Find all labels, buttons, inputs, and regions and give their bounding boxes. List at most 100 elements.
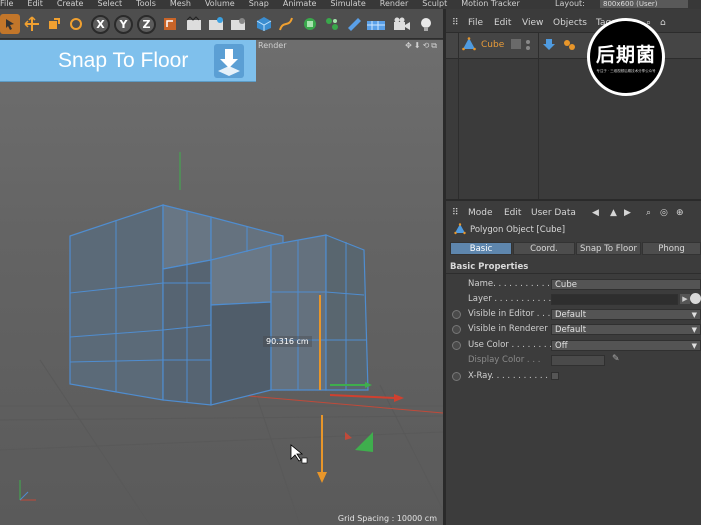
section-basic-properties: Basic Properties bbox=[450, 262, 529, 272]
visible-in-renderer-value: Default bbox=[555, 325, 587, 335]
cloner-icon[interactable] bbox=[322, 14, 342, 34]
chevron-down-icon: ▼ bbox=[691, 342, 697, 350]
chevron-down-icon: ▼ bbox=[691, 326, 697, 334]
forward-arrow-icon[interactable]: ▶ bbox=[624, 204, 631, 222]
measure-label: 90.316 cm bbox=[263, 336, 312, 347]
settings-icon[interactable]: ⊕ bbox=[676, 204, 684, 222]
coordinate-system-icon[interactable] bbox=[160, 14, 180, 34]
red-arrow-icon bbox=[394, 394, 404, 402]
menu-render[interactable]: Render bbox=[380, 0, 408, 8]
select-tool-icon[interactable] bbox=[0, 14, 20, 34]
app-window: File Edit Create Select Tools Mesh Volume Snap A… bbox=[0, 0, 701, 525]
visible-editor-animate-icon[interactable] bbox=[452, 310, 461, 319]
menu-motion-tracker[interactable]: Motion Tracker bbox=[461, 0, 520, 8]
menu-volume[interactable]: Volume bbox=[205, 0, 235, 8]
z-axis-lock-button[interactable]: Z bbox=[137, 15, 156, 34]
om-home-icon[interactable]: ⌂ bbox=[660, 14, 666, 32]
menu-select[interactable]: Select bbox=[97, 0, 122, 8]
main-toolbar: X Y Z bbox=[0, 9, 445, 39]
visible-in-editor-label: Visible in Editor . . . bbox=[468, 309, 551, 319]
name-label: Name. . . . . . . . . . . . bbox=[468, 279, 556, 289]
visible-in-editor-value: Default bbox=[555, 310, 587, 320]
render-view-icon[interactable] bbox=[184, 14, 204, 34]
pen-spline-icon[interactable] bbox=[276, 14, 296, 34]
move-tool-icon[interactable] bbox=[22, 14, 42, 34]
menu-snap[interactable]: Snap bbox=[249, 0, 269, 8]
polygon-object-icon bbox=[454, 223, 466, 235]
render-settings-icon[interactable] bbox=[228, 14, 248, 34]
camera-icon[interactable] bbox=[392, 14, 412, 34]
viewport-render-menu[interactable]: Render bbox=[258, 40, 286, 52]
use-color-animate-icon[interactable] bbox=[452, 341, 461, 350]
layer-dot-icon[interactable] bbox=[510, 38, 522, 50]
om-menu-objects[interactable]: Objects bbox=[553, 14, 587, 32]
attr-menu-edit[interactable]: Edit bbox=[504, 204, 521, 222]
object-name-cube[interactable]: Cube bbox=[481, 40, 504, 50]
viewport-nav-icons[interactable]: ✥⬇⟲⧉ bbox=[405, 40, 439, 52]
subdivision-surface-icon[interactable] bbox=[300, 14, 320, 34]
phong-tag-icon[interactable] bbox=[562, 38, 576, 52]
menu-tools[interactable]: Tools bbox=[136, 0, 156, 8]
visible-renderer-animate-icon[interactable] bbox=[452, 325, 461, 334]
viewport-header: Render ✥⬇⟲⧉ bbox=[210, 40, 443, 52]
om-column-line bbox=[538, 32, 539, 199]
attr-search-icon[interactable]: ⌕ bbox=[646, 204, 651, 222]
snap-tag-icon[interactable] bbox=[542, 38, 556, 52]
tab-snap-to-floor[interactable]: Snap To Floor bbox=[576, 242, 641, 255]
attr-menu-mode[interactable]: Mode bbox=[468, 204, 493, 222]
om-grip-icon: ⠿ bbox=[452, 18, 459, 28]
tab-coord[interactable]: Coord. bbox=[513, 242, 575, 255]
mouse-cursor-icon bbox=[290, 444, 308, 464]
deformer-icon[interactable] bbox=[344, 14, 364, 34]
layer-field[interactable] bbox=[551, 294, 678, 305]
xray-label: X-Ray. . . . . . . . . . . . bbox=[468, 371, 554, 381]
back-arrow-icon[interactable]: ◀ bbox=[592, 204, 599, 222]
tab-basic[interactable]: Basic bbox=[450, 242, 512, 255]
watermark-logo: 后期菌 专注于 · 三维视频后期技术分享公众号 bbox=[587, 18, 665, 96]
menu-edit[interactable]: Edit bbox=[27, 0, 43, 8]
scale-tool-icon[interactable] bbox=[44, 14, 64, 34]
rotate-tool-icon[interactable] bbox=[66, 14, 86, 34]
menu-sculpt[interactable]: Sculpt bbox=[422, 0, 447, 8]
light-icon[interactable] bbox=[416, 14, 436, 34]
main-menubar: File Edit Create Select Tools Mesh Volume Snap A… bbox=[0, 0, 701, 9]
x-axis-lock-button[interactable]: X bbox=[91, 15, 110, 34]
om-column-line bbox=[458, 32, 459, 199]
section-divider bbox=[446, 273, 701, 274]
visible-in-renderer-select[interactable]: Default ▼ bbox=[551, 324, 701, 335]
visible-in-editor-select[interactable]: Default ▼ bbox=[551, 309, 701, 320]
menu-animate[interactable]: Animate bbox=[283, 0, 317, 8]
name-field[interactable]: Cube bbox=[551, 279, 701, 290]
up-arrow-icon[interactable]: ▲ bbox=[610, 204, 617, 222]
om-menu-file[interactable]: File bbox=[468, 14, 483, 32]
attr-menu-user-data[interactable]: User Data bbox=[531, 204, 576, 222]
attr-object-title: Polygon Object [Cube] bbox=[470, 225, 566, 235]
y-axis-lock-button[interactable]: Y bbox=[114, 15, 133, 34]
viewport-scene bbox=[0, 152, 443, 525]
perspective-viewport[interactable]: Snap To Floor Render ✥⬇⟲⧉ 90.316 cm Grid… bbox=[0, 40, 443, 525]
lock-icon[interactable]: ◎ bbox=[660, 204, 668, 222]
menu-create[interactable]: Create bbox=[57, 0, 84, 8]
display-color-swatch[interactable] bbox=[551, 355, 605, 366]
visibility-dots-icon[interactable] bbox=[524, 39, 532, 51]
cube-object[interactable] bbox=[69, 204, 369, 406]
layout-select[interactable]: 800x600 (User) bbox=[600, 0, 688, 8]
grid-spacing-label: Grid Spacing : 10000 cm bbox=[337, 514, 437, 523]
menu-mesh[interactable]: Mesh bbox=[170, 0, 191, 8]
layer-label: Layer . . . . . . . . . . . . bbox=[468, 294, 557, 304]
floor-environment-icon[interactable] bbox=[366, 14, 386, 34]
cube-primitive-icon[interactable] bbox=[254, 14, 274, 34]
eyedropper-icon[interactable]: ✎ bbox=[612, 354, 620, 364]
axis-gizmo-icon bbox=[19, 480, 36, 501]
use-color-select[interactable]: Off ▼ bbox=[551, 340, 701, 351]
menu-simulate[interactable]: Simulate bbox=[330, 0, 365, 8]
render-picture-viewer-icon[interactable] bbox=[206, 14, 226, 34]
om-menu-edit[interactable]: Edit bbox=[494, 14, 511, 32]
layer-pick-icon[interactable] bbox=[690, 293, 701, 304]
tab-phong[interactable]: Phong bbox=[642, 242, 701, 255]
om-menu-view[interactable]: View bbox=[522, 14, 543, 32]
xray-checkbox[interactable] bbox=[551, 372, 559, 380]
layer-arrow-icon[interactable]: ▶ bbox=[680, 294, 690, 304]
menu-file[interactable]: File bbox=[0, 0, 13, 8]
xray-animate-icon[interactable] bbox=[452, 372, 461, 381]
